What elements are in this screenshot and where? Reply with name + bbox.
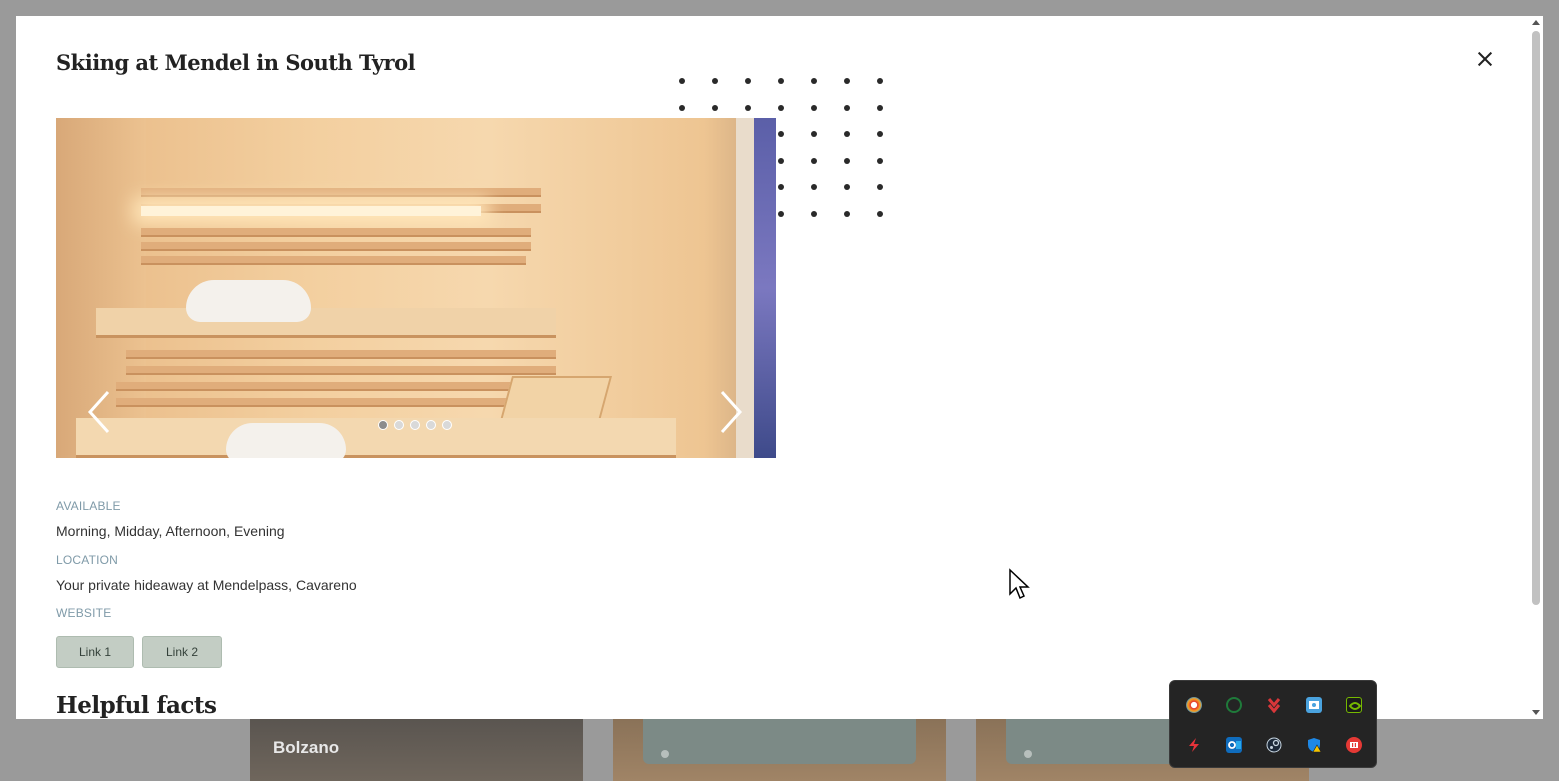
scroll-thumb[interactable]: [1532, 31, 1540, 605]
nvidia-icon[interactable]: [1346, 697, 1362, 713]
mail-client-icon[interactable]: [1306, 697, 1322, 713]
sauna-photo: [56, 118, 776, 458]
modal-scrollbar[interactable]: [1529, 16, 1543, 719]
carousel-prev-arrow-icon[interactable]: [86, 390, 112, 434]
carousel-dot-2[interactable]: [394, 420, 404, 430]
decorative-dot: [877, 78, 883, 84]
system-tray-popup: [1169, 680, 1377, 768]
decorative-dot: [877, 211, 883, 217]
decorative-dot: [712, 104, 718, 111]
background-card-bolzano[interactable]: Bolzano: [250, 719, 583, 781]
decorative-dot: [778, 184, 784, 191]
decorative-dot: [811, 104, 817, 111]
modal-title: Skiing at Mendel in South Tyrol: [56, 50, 416, 75]
download-manager-icon[interactable]: [1266, 697, 1282, 714]
card-title: Bolzano: [273, 738, 340, 757]
decorative-dot: [811, 78, 817, 84]
scroll-down-arrow-icon[interactable]: [1532, 710, 1540, 715]
decorative-dot: [811, 131, 817, 138]
carousel-dot-3[interactable]: [410, 420, 420, 430]
carousel-next-arrow-icon[interactable]: [718, 390, 744, 434]
location-label: LOCATION: [56, 553, 119, 567]
decorative-dot: [712, 78, 718, 84]
red-app-icon[interactable]: [1346, 737, 1362, 753]
decorative-dot: [679, 78, 685, 84]
outlook-icon[interactable]: [1226, 737, 1242, 753]
decorative-dot: [844, 157, 850, 164]
available-value: Morning, Midday, Afternoon, Evening: [56, 523, 285, 539]
decorative-dot: [745, 104, 751, 111]
close-icon[interactable]: [1474, 48, 1496, 70]
carousel-dot-5[interactable]: [442, 420, 452, 430]
decorative-dot: [778, 78, 784, 84]
decorative-dot: [811, 211, 817, 217]
website-label: WEBSITE: [56, 606, 112, 620]
available-label: AVAILABLE: [56, 499, 121, 513]
decorative-dot: [877, 157, 883, 164]
detail-modal: Skiing at Mendel in South Tyrol AVAILABL…: [16, 16, 1543, 719]
carousel-dot-1[interactable]: [378, 420, 388, 430]
carousel-dot-4[interactable]: [426, 420, 436, 430]
decorative-dot: [844, 131, 850, 138]
decorative-dot: [844, 78, 850, 84]
mouse-cursor-icon: [1009, 568, 1030, 600]
decorative-dot: [811, 184, 817, 191]
xbox-icon[interactable]: [1226, 697, 1242, 713]
scroll-up-arrow-icon[interactable]: [1532, 20, 1540, 25]
carousel-indicators: [378, 420, 452, 430]
decorative-dot: [877, 184, 883, 191]
decorative-dot: [778, 131, 784, 138]
background-card[interactable]: [613, 719, 946, 781]
decorative-dot: [844, 211, 850, 217]
decorative-dot: [844, 104, 850, 111]
decorative-dot: [778, 104, 784, 111]
location-value: Your private hideaway at Mendelpass, Cav…: [56, 577, 357, 593]
decorative-dot: [844, 184, 850, 191]
decorative-dot: [745, 78, 751, 84]
browser-icon[interactable]: [1186, 697, 1202, 713]
steam-icon[interactable]: [1266, 737, 1282, 753]
security-warning-icon[interactable]: [1306, 737, 1322, 753]
decorative-dot: [778, 211, 784, 217]
image-carousel[interactable]: [56, 118, 776, 458]
lightning-icon[interactable]: [1186, 737, 1202, 753]
link-1-button[interactable]: Link 1: [56, 636, 134, 668]
link-2-button[interactable]: Link 2: [142, 636, 222, 668]
decorative-dot: [811, 157, 817, 164]
decorative-dot: [679, 104, 685, 111]
decorative-dot: [877, 104, 883, 111]
decorative-dot: [877, 131, 883, 138]
helpful-facts-heading: Helpful facts: [56, 692, 217, 719]
decorative-dot: [778, 157, 784, 164]
yoga-mat: [643, 719, 916, 764]
